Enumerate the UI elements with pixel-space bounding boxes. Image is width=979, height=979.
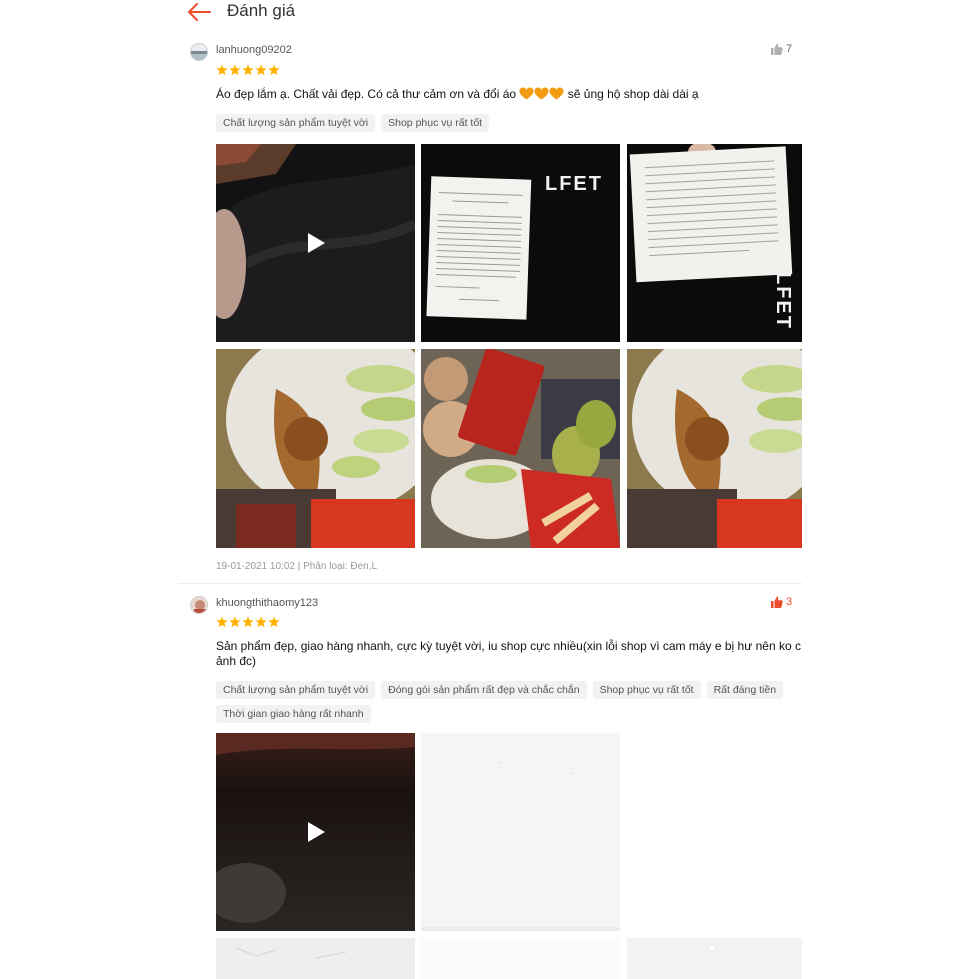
star-icon [268, 616, 280, 628]
star-icon [255, 64, 267, 76]
review-tag[interactable]: Chất lượng sản phẩm tuyệt vời [216, 114, 376, 132]
star-icon [268, 64, 280, 76]
review-tag[interactable]: Shop phục vụ rất tốt [381, 114, 490, 132]
review-tag[interactable]: Rất đáng tiền [706, 681, 784, 699]
star-icon [229, 64, 241, 76]
star-icon [242, 616, 254, 628]
review-tag[interactable]: Thời gian giao hàng rất nhanh [216, 705, 371, 723]
review-tags: Chất lượng sản phẩm tuyệt vời Đóng gói s… [216, 681, 806, 723]
review-video-thumbnail[interactable] [216, 144, 415, 342]
shirt-print-text: LFET [772, 272, 794, 330]
review-tag[interactable]: Đóng gói sản phẩm rất đẹp và chắc chắn [381, 681, 587, 699]
shirt-print-text: LFET [545, 173, 603, 195]
orange-heart-icon [519, 87, 534, 100]
page-title: Đánh giá [227, 1, 296, 20]
review-video-thumbnail[interactable] [216, 733, 415, 931]
rating-stars [216, 616, 280, 628]
thumbs-up-icon [771, 43, 783, 55]
reviewer-username[interactable]: khuongthithaomy123 [216, 597, 318, 609]
star-icon [229, 616, 241, 628]
orange-heart-icon [549, 87, 564, 100]
review-photo[interactable] [216, 938, 415, 979]
review-photo[interactable] [216, 349, 415, 548]
back-arrow-icon[interactable] [186, 1, 212, 23]
reviewer-username[interactable]: lanhuong09202 [216, 44, 292, 56]
thumbs-up-icon [771, 596, 783, 608]
review-tags: Chất lượng sản phẩm tuyệt vời Shop phục … [216, 114, 806, 132]
star-icon [255, 616, 267, 628]
star-icon [242, 64, 254, 76]
divider [178, 583, 802, 584]
heart-emojis [519, 87, 564, 100]
review-photo[interactable]: LFET [627, 144, 802, 342]
rating-stars [216, 64, 280, 76]
star-icon [216, 64, 228, 76]
review-comment: Áo đẹp lắm ạ. Chất vải đẹp. Có cả thư cả… [216, 87, 802, 102]
like-button[interactable]: 3 [770, 596, 792, 608]
review-comment: Sản phẩm đẹp, giao hàng nhanh, cực kỳ tu… [216, 639, 801, 668]
avatar[interactable] [190, 43, 208, 61]
star-icon [216, 616, 228, 628]
review-photo[interactable]: LFET [421, 144, 620, 342]
review-photo[interactable] [627, 938, 802, 979]
review-tag[interactable]: Shop phục vụ rất tốt [592, 681, 701, 699]
review-date-variation: 19-01-2021 10:02 | Phân loại: Đen,L [216, 561, 378, 572]
comment-text: sẽ ủng hộ shop dài dài ạ [567, 87, 699, 101]
like-button[interactable]: 7 [770, 43, 792, 55]
review-photo[interactable] [627, 349, 802, 548]
review-photo[interactable] [421, 733, 620, 931]
top-bar: Đánh giá [0, 0, 979, 28]
like-count: 7 [786, 43, 793, 55]
review-tag[interactable]: Chất lượng sản phẩm tuyệt vời [216, 681, 376, 699]
play-icon[interactable] [306, 232, 326, 254]
orange-heart-icon [534, 87, 549, 100]
review-photo[interactable] [421, 938, 620, 979]
like-count: 3 [786, 596, 793, 608]
avatar[interactable] [190, 596, 208, 614]
play-icon[interactable] [306, 821, 326, 843]
comment-text: Áo đẹp lắm ạ. Chất vải đẹp. Có cả thư cả… [216, 87, 517, 101]
review-photo[interactable] [421, 349, 620, 548]
